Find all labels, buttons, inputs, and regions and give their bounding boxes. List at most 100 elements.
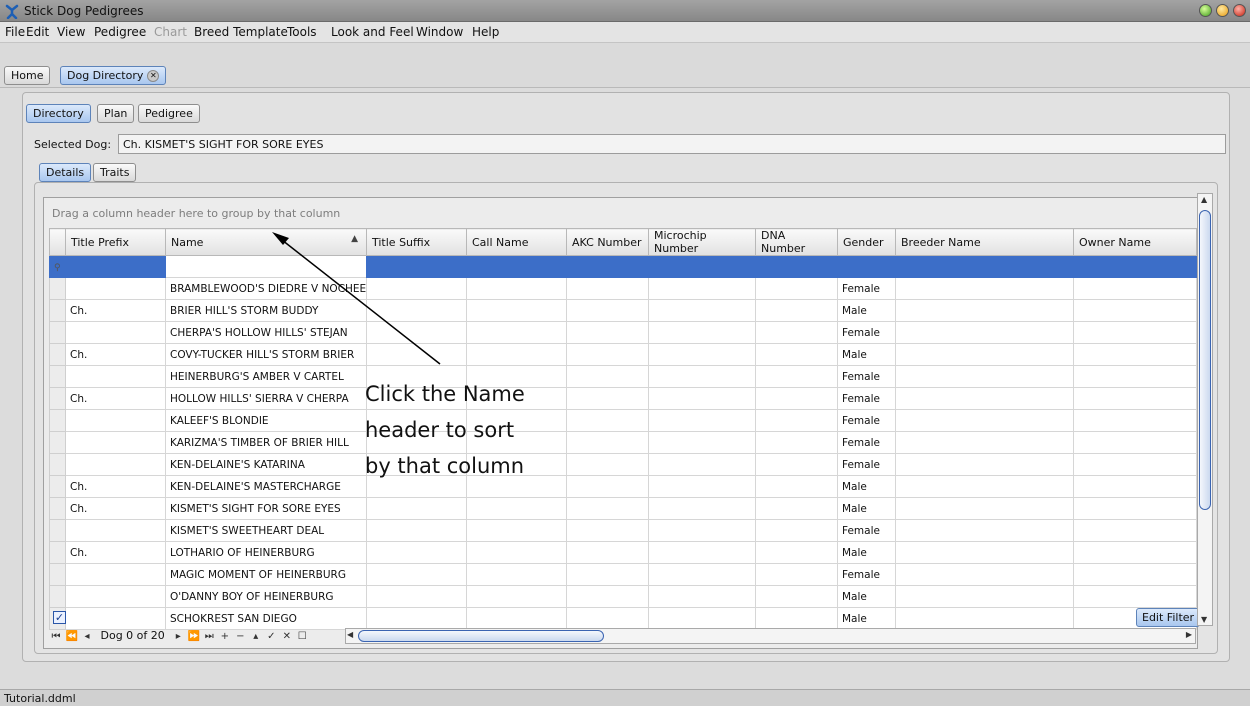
table-cell[interactable]	[895, 431, 1074, 454]
table-cell[interactable]	[1073, 585, 1197, 608]
cell-prefix[interactable]	[65, 409, 166, 432]
table-cell[interactable]	[1073, 365, 1197, 388]
table-cell[interactable]	[1073, 453, 1197, 476]
cell-name[interactable]: HEINERBURG'S AMBER V CARTEL	[165, 365, 367, 388]
cell-prefix[interactable]	[65, 563, 166, 586]
table-cell[interactable]	[755, 497, 838, 520]
cell-name[interactable]: KISMET'S SIGHT FOR SORE EYES	[165, 497, 367, 520]
maximize-button[interactable]	[1216, 4, 1229, 17]
post-edit-icon[interactable]: ✓	[265, 631, 277, 642]
table-cell[interactable]	[755, 431, 838, 454]
table-cell[interactable]	[648, 453, 756, 476]
table-row[interactable]: Ch. KEN-DELAINE'S MASTERCHARGE Male	[49, 475, 1197, 498]
table-row[interactable]: KISMET'S SWEETHEART DEAL Female	[49, 519, 1197, 542]
cell-name[interactable]: KEN-DELAINE'S MASTERCHARGE	[165, 475, 367, 498]
table-cell[interactable]	[648, 277, 756, 300]
table-row[interactable]: KEN-DELAINE'S KATARINA Female	[49, 453, 1197, 476]
table-cell[interactable]	[648, 497, 756, 520]
cell-prefix[interactable]	[65, 431, 166, 454]
filter-row[interactable]: ⚲	[49, 255, 1197, 278]
tab-home[interactable]: Home	[4, 66, 51, 85]
menu-help[interactable]: Help	[472, 25, 499, 39]
cell-prefix[interactable]	[65, 519, 166, 542]
cell-gender[interactable]: Female	[837, 453, 896, 476]
table-cell[interactable]	[755, 365, 838, 388]
cell-name[interactable]: CHERPA'S HOLLOW HILLS' STEJAN	[165, 321, 367, 344]
table-cell[interactable]	[466, 321, 567, 344]
filter-cell[interactable]	[755, 255, 838, 278]
table-row[interactable]: Ch. HOLLOW HILLS' SIERRA V CHERPA Female	[49, 387, 1197, 410]
filter-cell[interactable]	[1073, 255, 1197, 278]
table-cell[interactable]	[755, 321, 838, 344]
table-cell[interactable]	[466, 519, 567, 542]
table-cell[interactable]	[1073, 299, 1197, 322]
cell-name[interactable]: BRAMBLEWOOD'S DIEDRE V NOCHEE II	[165, 277, 367, 300]
menu-look-and-feel[interactable]: Look and Feel	[331, 25, 414, 39]
table-cell[interactable]	[755, 409, 838, 432]
cell-prefix[interactable]: Ch.	[65, 541, 166, 564]
cell-prefix[interactable]	[65, 607, 166, 630]
table-cell[interactable]	[895, 585, 1074, 608]
table-cell[interactable]	[895, 299, 1074, 322]
table-cell[interactable]	[1073, 277, 1197, 300]
table-cell[interactable]	[566, 453, 649, 476]
table-cell[interactable]	[566, 343, 649, 366]
table-row[interactable]: Ch. COVY-TUCKER HILL'S STORM BRIER Male	[49, 343, 1197, 366]
selected-dog-field[interactable]: Ch. KISMET'S SIGHT FOR SORE EYES	[118, 134, 1226, 154]
cell-gender[interactable]: Male	[837, 541, 896, 564]
cell-prefix[interactable]: Ch.	[65, 343, 166, 366]
table-cell[interactable]	[366, 519, 467, 542]
menu-file[interactable]: File	[5, 25, 25, 39]
table-cell[interactable]	[895, 475, 1074, 498]
cell-name[interactable]: KALEEF'S BLONDIE	[165, 409, 367, 432]
table-row[interactable]: MAGIC MOMENT OF HEINERBURG Female	[49, 563, 1197, 586]
table-cell[interactable]	[366, 585, 467, 608]
table-cell[interactable]	[648, 475, 756, 498]
table-cell[interactable]	[566, 387, 649, 410]
cell-gender[interactable]: Female	[837, 365, 896, 388]
table-cell[interactable]	[755, 563, 838, 586]
cell-gender[interactable]: Female	[837, 409, 896, 432]
vertical-scroll-thumb[interactable]	[1199, 210, 1211, 510]
cell-gender[interactable]: Female	[837, 563, 896, 586]
cell-name[interactable]: KISMET'S SWEETHEART DEAL	[165, 519, 367, 542]
cell-name[interactable]: LOTHARIO OF HEINERBURG	[165, 541, 367, 564]
filter-cell[interactable]	[366, 255, 467, 278]
cell-gender[interactable]: Female	[837, 277, 896, 300]
filter-cell[interactable]	[837, 255, 896, 278]
table-cell[interactable]	[466, 343, 567, 366]
table-cell[interactable]	[566, 321, 649, 344]
cell-name[interactable]: SCHOKREST SAN DIEGO	[165, 607, 367, 630]
table-cell[interactable]	[566, 563, 649, 586]
vertical-scrollbar[interactable]: ▲ ▼	[1197, 193, 1213, 626]
cell-gender[interactable]: Male	[837, 343, 896, 366]
table-cell[interactable]	[366, 541, 467, 564]
table-cell[interactable]	[648, 519, 756, 542]
close-tab-icon[interactable]: ✕	[147, 70, 160, 82]
table-cell[interactable]	[466, 585, 567, 608]
cell-name[interactable]: BRIER HILL'S STORM BUDDY	[165, 299, 367, 322]
horizontal-scroll-thumb[interactable]	[358, 630, 604, 642]
previous-page-icon[interactable]: ⏪	[66, 631, 78, 642]
cell-gender[interactable]: Male	[837, 497, 896, 520]
table-cell[interactable]	[648, 321, 756, 344]
scroll-up-icon[interactable]: ▲	[1201, 195, 1207, 204]
menu-chart[interactable]: Chart	[154, 25, 187, 39]
refresh-icon[interactable]: ☐	[296, 631, 308, 642]
table-cell[interactable]	[466, 277, 567, 300]
table-cell[interactable]	[755, 343, 838, 366]
table-cell[interactable]	[466, 497, 567, 520]
table-cell[interactable]	[895, 343, 1074, 366]
table-cell[interactable]	[895, 497, 1074, 520]
table-cell[interactable]	[648, 607, 756, 630]
table-cell[interactable]	[755, 475, 838, 498]
edit-filter-button[interactable]: Edit Filter	[1136, 608, 1201, 627]
menu-edit[interactable]: Edit	[26, 25, 49, 39]
table-cell[interactable]	[755, 519, 838, 542]
next-record-icon[interactable]: ▸	[172, 631, 184, 642]
table-cell[interactable]	[1073, 343, 1197, 366]
table-cell[interactable]	[566, 519, 649, 542]
table-cell[interactable]	[895, 563, 1074, 586]
delete-record-icon[interactable]: −	[234, 631, 246, 642]
tab-pedigree[interactable]: Pedigree	[138, 104, 200, 123]
